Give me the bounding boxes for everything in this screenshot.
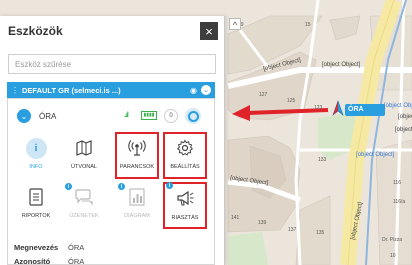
battery-icon: ▮▮▮▮ bbox=[141, 111, 157, 120]
diagram-button[interactable]: i DIAGRAM bbox=[117, 183, 157, 228]
eye-icon[interactable]: ◉ bbox=[190, 86, 197, 95]
street-label: [object Object] bbox=[384, 103, 412, 109]
report-document-icon bbox=[28, 185, 44, 209]
panel-header: Eszközök × bbox=[0, 16, 224, 46]
property-row: Megnevezés ÓRA bbox=[14, 240, 214, 254]
diagram-label: DIAGRAM bbox=[124, 213, 150, 219]
reports-label: RIPORTOK bbox=[21, 213, 51, 219]
property-value: ÓRA bbox=[68, 256, 85, 265]
chevron-down-icon[interactable]: ⌄ bbox=[17, 109, 31, 123]
info-badge: i bbox=[166, 182, 173, 189]
house-number: 141 bbox=[231, 215, 240, 221]
property-row: Azonosító ÓRA bbox=[14, 254, 214, 265]
map-route-icon bbox=[75, 136, 93, 160]
property-key: Megnevezés bbox=[14, 242, 59, 252]
house-number: 135 bbox=[316, 230, 325, 236]
reports-button[interactable]: RIPORTOK bbox=[16, 185, 56, 228]
tools-panel: Eszközök × ⋮ DEFAULT GR (selmeci.is ...)… bbox=[0, 16, 225, 265]
alarm-button[interactable]: i RIASZTÁS bbox=[163, 182, 207, 229]
house-number: 133 bbox=[318, 157, 327, 163]
street-label: [object Object] bbox=[398, 114, 412, 120]
group-name: DEFAULT GR (selmeci.is ...) bbox=[22, 85, 121, 95]
info-label: INFO bbox=[29, 164, 43, 170]
settings-button[interactable]: BEÁLLÍTÁS bbox=[163, 132, 207, 179]
route-label: ÚTVONAL bbox=[71, 164, 97, 170]
device-row[interactable]: ⌄ ÓRA ..ıl ▮▮▮▮ 0 bbox=[8, 105, 214, 127]
broadcast-icon bbox=[127, 136, 147, 160]
street-label: [object Object] bbox=[395, 127, 412, 133]
poi-label: Dr. Pizza bbox=[382, 237, 403, 243]
megaphone-icon bbox=[175, 187, 195, 211]
house-number: 15 bbox=[305, 22, 311, 28]
property-key: Azonosító bbox=[14, 256, 51, 265]
device-properties: Megnevezés ÓRA Azonosító ÓRA bbox=[14, 240, 214, 265]
device-filter-input[interactable] bbox=[15, 59, 209, 69]
device-card: ⌄ ÓRA ..ıl ▮▮▮▮ 0 i INFO ÚTVONAL PARANCS… bbox=[7, 98, 215, 265]
house-number: 127 bbox=[259, 92, 268, 98]
device-group-header[interactable]: ⋮ DEFAULT GR (selmeci.is ...) ◉ ⌄ bbox=[7, 82, 215, 98]
house-number: 116/a bbox=[393, 199, 406, 205]
gear-icon bbox=[176, 136, 194, 160]
house-number: 123 bbox=[314, 105, 323, 111]
property-value: ÓRA bbox=[68, 242, 85, 252]
panel-title: Eszközök bbox=[8, 24, 63, 38]
bar-chart-icon bbox=[128, 185, 146, 209]
house-number: 116 bbox=[393, 180, 401, 186]
alarm-label: RIASZTÁS bbox=[171, 215, 199, 221]
chevron-down-icon[interactable]: ⌄ bbox=[201, 85, 211, 95]
info-icon: i bbox=[25, 138, 47, 159]
route-button[interactable]: ÚTVONAL bbox=[64, 136, 104, 179]
commands-button[interactable]: PARANCSOK bbox=[115, 132, 159, 179]
info-badge: i bbox=[118, 183, 125, 190]
street-label: [object Object] bbox=[356, 152, 395, 158]
locate-device-icon[interactable] bbox=[185, 108, 201, 124]
device-filter-field[interactable] bbox=[8, 54, 216, 74]
house-number: 125 bbox=[287, 98, 296, 104]
drag-handle-icon[interactable]: ⋮ bbox=[11, 86, 19, 95]
signal-icon: ..ıl bbox=[124, 112, 129, 119]
count-badge: 0 bbox=[164, 109, 178, 123]
house-number: 137 bbox=[288, 227, 297, 233]
house-number: 139 bbox=[258, 220, 267, 226]
close-button[interactable]: × bbox=[200, 22, 218, 40]
chat-bubble-icon bbox=[74, 185, 94, 209]
street-label: [object Object] bbox=[322, 62, 361, 68]
settings-label: BEÁLLÍTÁS bbox=[170, 164, 200, 170]
marker-label: ÓRA bbox=[348, 106, 364, 113]
messages-label: ÜZENETEK bbox=[69, 213, 99, 219]
device-name: ÓRA bbox=[39, 112, 57, 121]
messages-button[interactable]: i ÜZENETEK bbox=[64, 183, 104, 228]
house-number: 10 bbox=[390, 253, 396, 259]
panel-collapse-button[interactable]: ^ bbox=[229, 18, 241, 30]
info-button[interactable]: i INFO bbox=[18, 136, 54, 179]
info-badge: i bbox=[65, 183, 72, 190]
commands-label: PARANCSOK bbox=[119, 164, 155, 170]
